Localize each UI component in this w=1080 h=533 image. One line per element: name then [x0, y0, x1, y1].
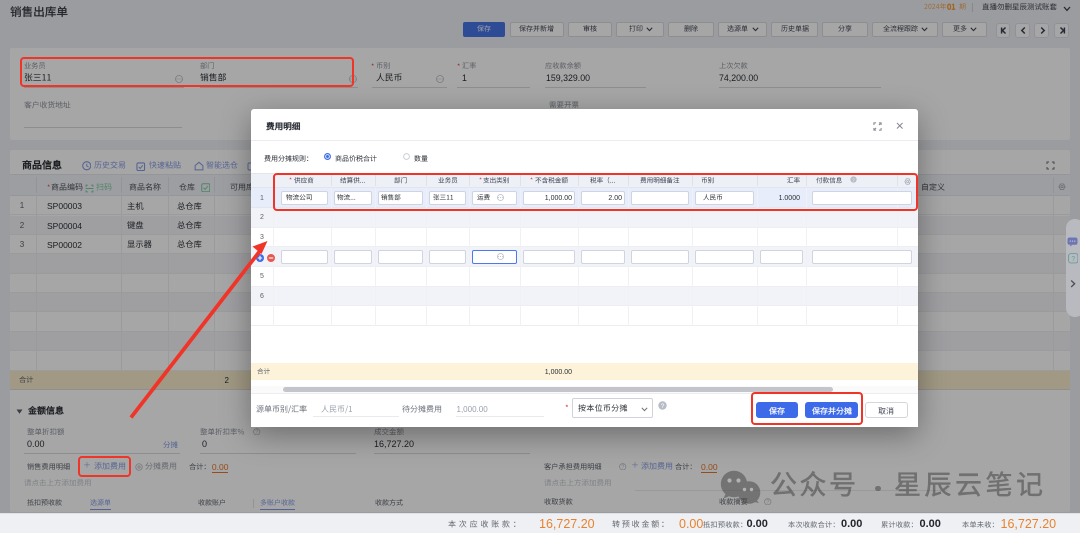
- svg-text:?: ?: [660, 402, 664, 409]
- svg-text:?: ?: [1071, 256, 1075, 263]
